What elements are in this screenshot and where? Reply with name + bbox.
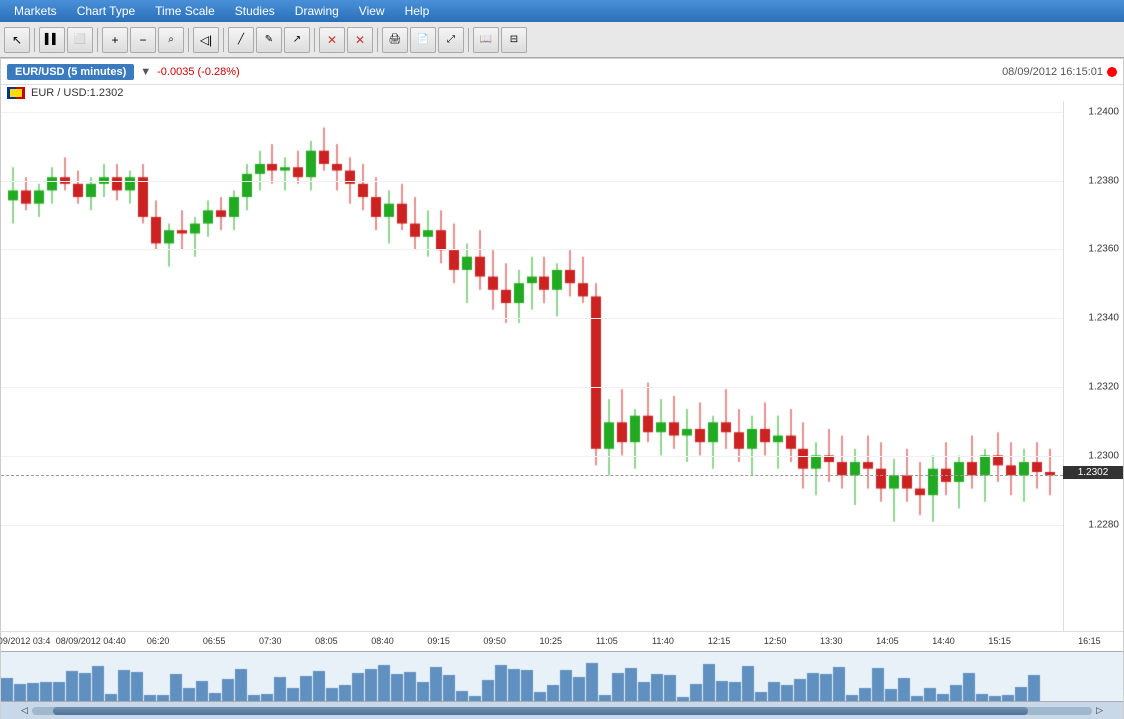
- delete-button[interactable]: ✕: [347, 27, 373, 53]
- expand-button[interactable]: ⤢: [438, 27, 464, 53]
- table-button[interactable]: ⊟: [501, 27, 527, 53]
- time-label-5: 08:05: [315, 636, 338, 646]
- time-label-2: 06:20: [147, 636, 170, 646]
- gridline-1240: [1, 112, 1063, 113]
- gridline-1238: [1, 181, 1063, 182]
- time-label-16: 14:40: [932, 636, 955, 646]
- bar-chart-button[interactable]: ▌▌: [39, 27, 65, 53]
- time-label-11: 11:40: [652, 636, 674, 646]
- candle-chart-button[interactable]: ⬜: [67, 27, 93, 53]
- price-level-1230: 1.2300: [1088, 451, 1119, 462]
- separator-4: [223, 28, 224, 52]
- price-display: EUR / USD:1.2302: [31, 87, 123, 99]
- scrollbar-thumb[interactable]: [53, 707, 1028, 715]
- time-label-8: 09:50: [483, 636, 506, 646]
- time-label-0: 08/09/2012 03:4: [0, 636, 50, 646]
- price-level-1228: 1.2280: [1088, 520, 1119, 531]
- chart-container: EUR/USD (5 minutes) ▼ -0.0035 (-0.28%) 0…: [0, 58, 1124, 689]
- time-label-4: 07:30: [259, 636, 282, 646]
- menu-studies[interactable]: Studies: [225, 2, 285, 20]
- volume-area: [1, 651, 1123, 701]
- gridline-1228: [1, 525, 1063, 526]
- symbol-badge[interactable]: EUR/USD (5 minutes): [7, 64, 134, 80]
- menu-markets[interactable]: Markets: [4, 2, 67, 20]
- menu-help[interactable]: Help: [395, 2, 440, 20]
- separator-5: [314, 28, 315, 52]
- time-label-10: 11:05: [596, 636, 618, 646]
- datetime-label: 08/09/2012 16:15:01: [1002, 66, 1103, 78]
- chart-header-right: 08/09/2012 16:15:01: [1002, 66, 1117, 78]
- price-level-1234: 1.2340: [1088, 313, 1119, 324]
- price-level-1232: 1.2320: [1088, 382, 1119, 393]
- price-axis: 1.2400 1.2380 1.2360 1.2340 1.2320 1.230…: [1063, 101, 1123, 631]
- magnify-button[interactable]: ⌕: [158, 27, 184, 53]
- time-label-18: 16:15: [1078, 636, 1101, 646]
- time-label-6: 08:40: [371, 636, 394, 646]
- chart-header: EUR/USD (5 minutes) ▼ -0.0035 (-0.28%) 0…: [1, 59, 1123, 85]
- scroll-right-button[interactable]: ▷: [1096, 705, 1103, 716]
- zoom-out-button[interactable]: −: [130, 27, 156, 53]
- price-level-1240: 1.2400: [1088, 106, 1119, 117]
- scroll-left-button[interactable]: ◁: [21, 705, 28, 716]
- scrollbar-area[interactable]: ◁ ▷: [1, 701, 1123, 719]
- chart-area[interactable]: 1.2400 1.2380 1.2360 1.2340 1.2320 1.230…: [1, 101, 1123, 631]
- time-label-7: 09:15: [427, 636, 450, 646]
- menubar: Markets Chart Type Time Scale Studies Dr…: [0, 0, 1124, 22]
- zoom-in-button[interactable]: +: [102, 27, 128, 53]
- gridline-1234: [1, 318, 1063, 319]
- menu-time-scale[interactable]: Time Scale: [145, 2, 225, 20]
- volume-canvas: [1, 652, 1063, 701]
- print-button[interactable]: 🖨: [382, 27, 408, 53]
- time-label-12: 12:15: [708, 636, 731, 646]
- menu-chart-type[interactable]: Chart Type: [67, 2, 145, 20]
- toolbar: ↖ ▌▌ ⬜ + − ⌕ ◁| ╱ ✎ ↗ ✕ ✕ 🖨 📄 ⤢ 📖 ⊟: [0, 22, 1124, 58]
- menu-drawing[interactable]: Drawing: [285, 2, 349, 20]
- snapshot-button[interactable]: 📄: [410, 27, 436, 53]
- time-label-1: 08/09/2012 04:40: [56, 636, 126, 646]
- draw-line-button[interactable]: ╱: [228, 27, 254, 53]
- current-price-marker: 1.2302: [1063, 466, 1123, 479]
- change-text: -0.0035 (-0.28%): [157, 66, 240, 78]
- price-level-1236: 1.2360: [1088, 244, 1119, 255]
- separator-3: [188, 28, 189, 52]
- gridline-1232: [1, 387, 1063, 388]
- separator-2: [97, 28, 98, 52]
- separator-6: [377, 28, 378, 52]
- gridline-1230: [1, 456, 1063, 457]
- time-label-17: 15:15: [988, 636, 1011, 646]
- crosshair-button[interactable]: ✕: [319, 27, 345, 53]
- pointer-tool-button[interactable]: ↖: [4, 27, 30, 53]
- chart-header-left: EUR/USD (5 minutes) ▼ -0.0035 (-0.28%): [7, 64, 240, 80]
- book-button[interactable]: 📖: [473, 27, 499, 53]
- time-label-14: 13:30: [820, 636, 843, 646]
- arrow-button[interactable]: ↗: [284, 27, 310, 53]
- price-label-row: EUR / USD:1.2302: [1, 85, 1123, 101]
- time-axis: 08/09/2012 03:4 08/09/2012 04:40 06:20 0…: [1, 631, 1123, 651]
- menu-view[interactable]: View: [349, 2, 395, 20]
- scrollbar-track[interactable]: [32, 707, 1092, 715]
- time-label-15: 14:05: [876, 636, 899, 646]
- draw-pencil-button[interactable]: ✎: [256, 27, 282, 53]
- gridline-1236: [1, 249, 1063, 250]
- separator-1: [34, 28, 35, 52]
- scroll-left-button[interactable]: ◁|: [193, 27, 219, 53]
- price-level-1238: 1.2380: [1088, 175, 1119, 186]
- time-label-9: 10:25: [540, 636, 563, 646]
- time-label-3: 06:55: [203, 636, 226, 646]
- separator-7: [468, 28, 469, 52]
- time-label-13: 12:50: [764, 636, 787, 646]
- flag-icon: [7, 87, 25, 99]
- live-indicator: [1107, 67, 1117, 77]
